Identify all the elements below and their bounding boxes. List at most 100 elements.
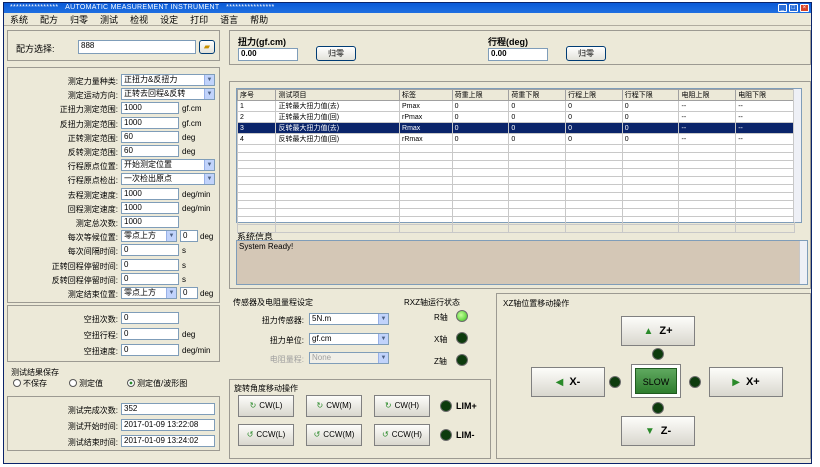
x-plus-button[interactable]: ▶ X+ (709, 367, 783, 397)
param-select[interactable]: 正扭力&反扭力 ▼ (121, 74, 215, 86)
slow-button[interactable]: SLOW (635, 368, 677, 394)
table-header[interactable]: 荷重下限 (508, 89, 567, 101)
table-row[interactable] (236, 160, 795, 169)
folder-icon[interactable]: ▰ (199, 40, 215, 54)
table-header[interactable]: 电阻下限 (735, 89, 795, 101)
arrow-left-icon: ◀ (555, 377, 564, 388)
idle-input[interactable]: 0 (121, 328, 179, 340)
param-label: 行程原点位置: (67, 162, 118, 172)
menu-item[interactable]: 配方 (40, 13, 58, 26)
x-minus-button[interactable]: ◀ X- (531, 367, 605, 397)
cw-button[interactable]: ↻ CW(L) (238, 395, 294, 417)
param-input[interactable]: 1000 (121, 187, 179, 200)
x-plus-label: X+ (745, 376, 760, 388)
table-cell (236, 160, 277, 169)
test-items-table: 序号 测试项目 标签 荷重上限 荷重下限 行程上限 行程下限 电阻上限 电阻下限 1 正转最大扭力值… (236, 88, 802, 233)
ccw-button[interactable]: ↺ CCW(L) (238, 424, 294, 446)
param-value: 正转去回程&反转 (124, 89, 186, 99)
menu-item[interactable]: 检视 (130, 13, 148, 26)
table-row[interactable] (236, 168, 795, 177)
save-option[interactable]: 测定值/波形图 (127, 378, 187, 389)
param-input[interactable]: 0 (180, 230, 198, 243)
menu-item[interactable]: 设定 (160, 13, 178, 26)
table-row[interactable] (236, 216, 795, 225)
param-select[interactable]: 开始测定位置 ▼ (121, 159, 215, 172)
save-option[interactable]: 测定值 (69, 378, 103, 389)
param-input[interactable]: 1000 (121, 216, 179, 228)
param-select[interactable]: 零点上方 ▼ (121, 287, 177, 299)
table-cell (275, 224, 401, 233)
axis-indicator (456, 332, 468, 344)
menu-item[interactable]: 打印 (190, 13, 208, 26)
param-input[interactable]: 0 (121, 272, 179, 285)
table-header[interactable]: 行程上限 (565, 89, 623, 101)
table-cell (565, 168, 623, 177)
minimize-button[interactable]: _ (778, 4, 787, 12)
sensor-title: 传感器及电阻量程设定 (233, 298, 313, 307)
table-cell (565, 184, 623, 193)
close-button[interactable]: × (800, 4, 809, 12)
menu-item[interactable]: 系统 (10, 13, 28, 26)
param-input[interactable]: 60 (121, 145, 179, 157)
table-row[interactable]: 1 正转最大扭力值(去) Pmax 0 0 0 0 -- -- (236, 100, 795, 112)
save-option[interactable]: 不保存 (13, 378, 47, 389)
cw-button[interactable]: ↻ CW(M) (306, 395, 362, 417)
stroke-zero-button[interactable]: 归零 (566, 46, 606, 61)
z-plus-button[interactable]: ▲ Z+ (621, 316, 695, 346)
table-header[interactable]: 标签 (399, 89, 453, 101)
table-scrollbar[interactable] (793, 89, 801, 222)
torque-unit-select[interactable]: gf.cm ▼ (309, 333, 389, 345)
table-row[interactable]: 4 反转最大扭力值(回) rRmax 0 0 0 0 -- -- (236, 133, 795, 145)
table-header[interactable]: 荷重上限 (451, 89, 510, 101)
chevron-down-icon: ▼ (204, 160, 214, 171)
stroke-value: 0.00 (488, 48, 548, 61)
table-row[interactable] (236, 144, 795, 153)
arrow-right-icon: ▶ (732, 377, 740, 388)
idle-input[interactable]: 0 (121, 344, 179, 356)
menu-item[interactable]: 归零 (70, 13, 88, 26)
sysinfo-box: System Ready! (236, 240, 808, 285)
table-row[interactable] (236, 224, 795, 233)
table-cell (451, 152, 510, 161)
axis-label: Z轴 (434, 357, 447, 366)
table-row[interactable] (236, 184, 795, 193)
table-row[interactable] (236, 176, 795, 185)
z-minus-button[interactable]: ▼ Z- (621, 416, 695, 446)
ccw-label: CCW(M) (323, 430, 355, 439)
table-header[interactable]: 序号 (236, 89, 277, 101)
chevron-down-icon: ▼ (378, 314, 388, 324)
idle-input[interactable]: 0 (121, 312, 179, 324)
param-input[interactable]: 60 (121, 130, 179, 143)
sysinfo-scrollbar[interactable] (799, 241, 807, 284)
menu-item[interactable]: 语言 (220, 13, 238, 26)
table-row[interactable]: 3 反转最大扭力值(去) Rmax 0 0 0 0 -- -- (236, 122, 795, 134)
table-row[interactable] (236, 192, 795, 201)
table-header[interactable]: 行程下限 (621, 89, 680, 101)
param-input[interactable]: 1000 (121, 201, 179, 214)
recipe-input[interactable]: 888 (78, 40, 196, 54)
table-row[interactable] (236, 152, 795, 161)
torque-zero-button[interactable]: 归零 (316, 46, 356, 61)
param-select[interactable]: 一次检出原点 ▼ (121, 173, 215, 186)
param-input[interactable]: 0 (180, 287, 198, 299)
cw-button[interactable]: ↻ CW(H) (374, 395, 430, 417)
ccw-button[interactable]: ↺ CCW(M) (306, 424, 362, 446)
table-row[interactable] (236, 208, 795, 217)
menu-item[interactable]: 帮助 (250, 13, 268, 26)
maximize-button[interactable]: □ (789, 4, 798, 12)
table-row[interactable]: 2 正转最大扭力值(回) rPmax 0 0 0 0 -- -- (236, 111, 795, 123)
stats-panel: 测试完成次数: 352 测试开始时间: 2017-01-09 13:22:08 测试结束… (7, 396, 220, 451)
param-input[interactable]: 1000 (121, 116, 179, 129)
table-row[interactable] (236, 200, 795, 209)
ccw-label: CCW(L) (256, 430, 286, 439)
ccw-button[interactable]: ↺ CCW(H) (374, 424, 430, 446)
menu-item[interactable]: 测试 (100, 13, 118, 26)
table-header[interactable]: 电阻上限 (678, 89, 737, 101)
param-input[interactable]: 0 (121, 258, 179, 271)
param-select[interactable]: 正转去回程&反转 ▼ (121, 88, 215, 101)
param-select[interactable]: 零点上方 ▼ (121, 230, 177, 243)
param-input[interactable]: 0 (121, 244, 179, 257)
torque-sensor-select[interactable]: 5N.m ▼ (309, 313, 389, 325)
param-input[interactable]: 1000 (121, 102, 179, 115)
table-header[interactable]: 测试项目 (275, 89, 401, 101)
